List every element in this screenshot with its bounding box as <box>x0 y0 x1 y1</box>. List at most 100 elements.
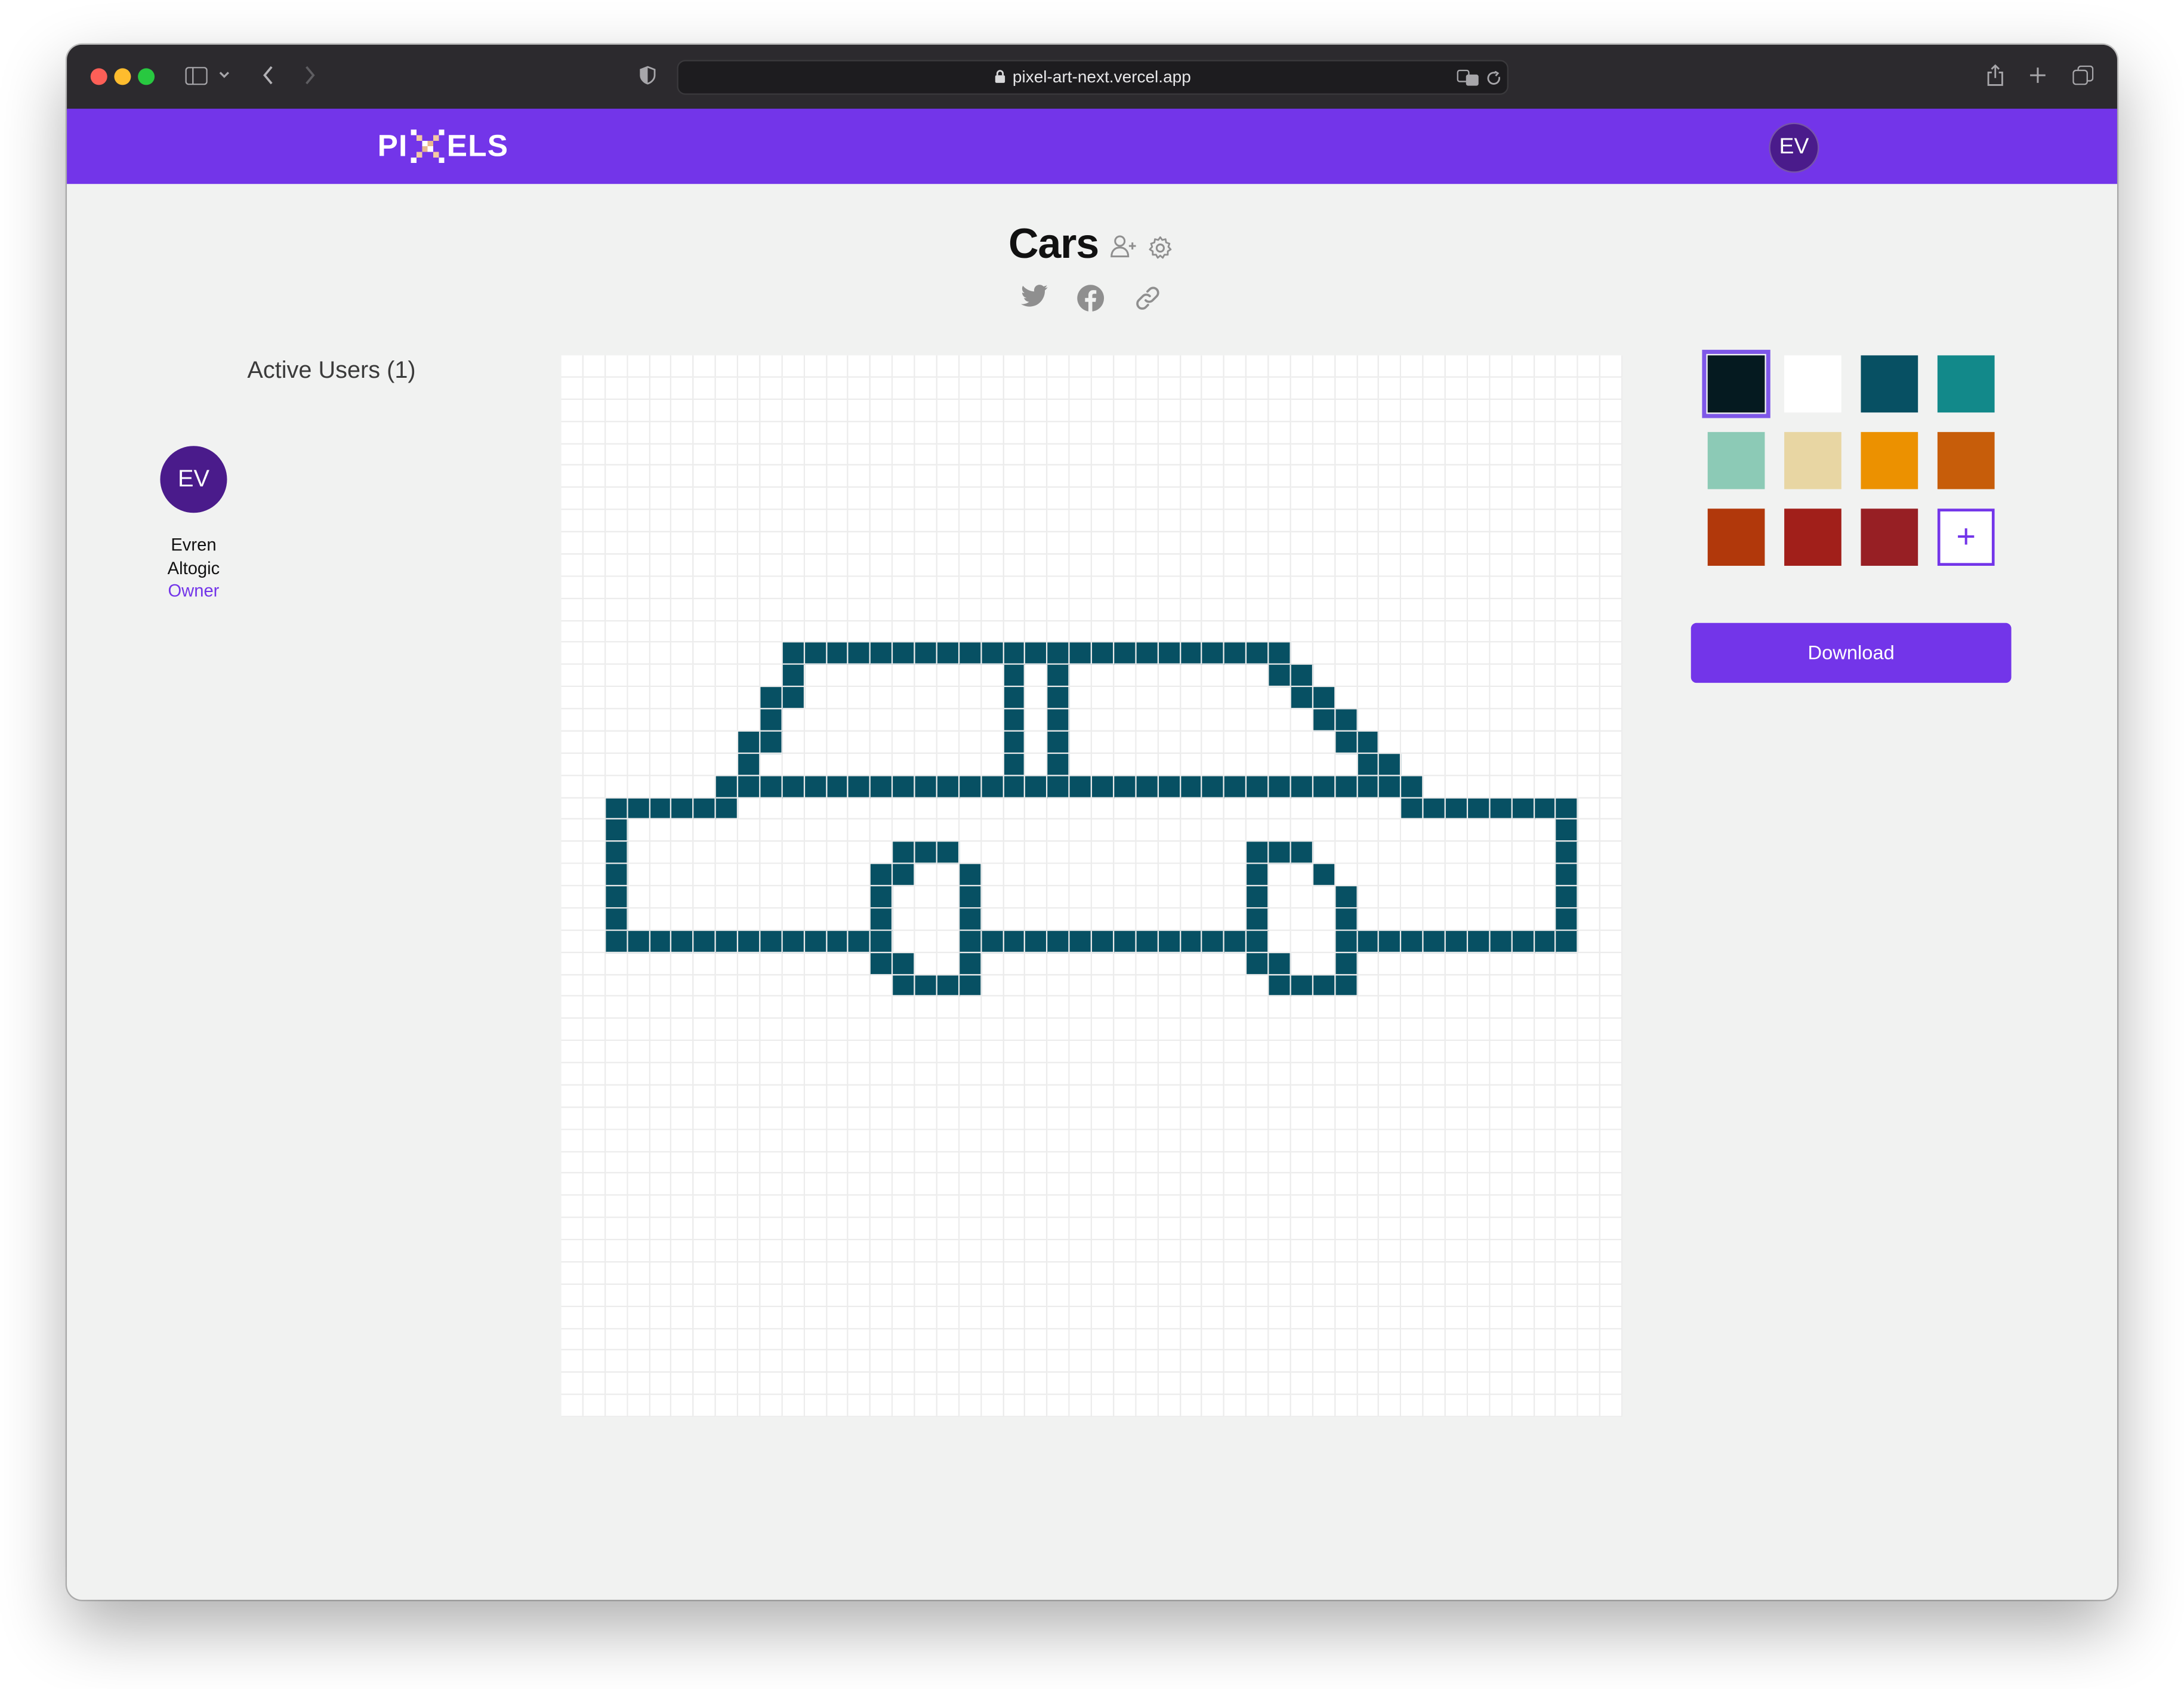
pixel-cell[interactable] <box>1556 422 1578 444</box>
pixel-cell[interactable] <box>960 1019 982 1041</box>
pixel-cell[interactable] <box>1446 1019 1468 1041</box>
pixel-cell[interactable] <box>650 621 672 643</box>
pixel-cell[interactable] <box>672 886 694 908</box>
pixel-cell[interactable] <box>694 532 716 554</box>
pixel-cell[interactable] <box>671 797 695 820</box>
pixel-cell[interactable] <box>1158 1329 1180 1351</box>
pixel-cell[interactable] <box>1313 444 1335 466</box>
pixel-cell[interactable] <box>1446 577 1468 599</box>
pixel-cell[interactable] <box>915 886 937 908</box>
pixel-cell[interactable] <box>915 599 937 621</box>
pixel-cell[interactable] <box>1446 1152 1468 1174</box>
pixel-cell[interactable] <box>628 377 650 399</box>
pixel-cell[interactable] <box>826 908 849 930</box>
pixel-cell[interactable] <box>738 400 760 422</box>
pixel-cell[interactable] <box>1380 687 1402 709</box>
pixel-cell[interactable] <box>606 466 628 488</box>
pixel-cell[interactable] <box>1180 908 1202 930</box>
pixel-cell[interactable] <box>760 731 783 754</box>
pixel-cell[interactable] <box>1003 930 1026 953</box>
pixel-cell[interactable] <box>1291 710 1313 732</box>
pixel-cell[interactable] <box>915 1306 937 1329</box>
pixel-cell[interactable] <box>760 510 782 532</box>
pixel-cell[interactable] <box>738 554 760 577</box>
pixel-cell[interactable] <box>694 732 716 754</box>
pixel-cell[interactable] <box>981 775 1004 798</box>
pixel-cell[interactable] <box>1026 864 1048 886</box>
pixel-cell[interactable] <box>1092 1218 1114 1240</box>
pixel-cell[interactable] <box>1136 1373 1158 1395</box>
pixel-cell[interactable] <box>1180 1041 1202 1064</box>
pixel-cell[interactable] <box>1490 732 1512 754</box>
pixel-cell[interactable] <box>738 908 760 930</box>
pixel-cell[interactable] <box>1313 798 1335 820</box>
pixel-cell[interactable] <box>1291 997 1313 1019</box>
pixel-cell[interactable] <box>1468 953 1490 975</box>
pixel-cell[interactable] <box>628 1395 650 1417</box>
pixel-cell[interactable] <box>1534 975 1556 997</box>
pixel-cell[interactable] <box>960 400 982 422</box>
pixel-cell[interactable] <box>871 1329 893 1351</box>
pixel-cell[interactable] <box>1114 1174 1136 1196</box>
pixel-cell[interactable] <box>937 1306 960 1329</box>
pixel-cell[interactable] <box>584 908 606 930</box>
pixel-cell[interactable] <box>1136 1306 1158 1329</box>
pixel-cell[interactable] <box>584 1064 606 1086</box>
pixel-cell[interactable] <box>849 1306 871 1329</box>
pixel-cell[interactable] <box>1446 1262 1468 1284</box>
pixel-cell[interactable] <box>1026 1284 1048 1306</box>
pixel-cell[interactable] <box>1358 665 1380 687</box>
pixel-cell[interactable] <box>1224 1218 1247 1240</box>
pixel-cell[interactable] <box>584 1174 606 1196</box>
pixel-cell[interactable] <box>606 1086 628 1108</box>
pixel-cell[interactable] <box>1136 798 1158 820</box>
pixel-cell[interactable] <box>1313 665 1335 687</box>
pixel-cell[interactable] <box>1048 621 1070 643</box>
pixel-cell[interactable] <box>1556 1174 1578 1196</box>
pixel-cell[interactable] <box>1136 377 1158 399</box>
pixel-cell[interactable] <box>1468 732 1490 754</box>
pixel-cell[interactable] <box>1534 776 1556 798</box>
pixel-cell[interactable] <box>694 400 716 422</box>
pixel-cell[interactable] <box>650 1329 672 1351</box>
pixel-cell[interactable] <box>1026 1174 1048 1196</box>
pixel-cell[interactable] <box>1600 1196 1622 1218</box>
pixel-cell[interactable] <box>1556 1086 1578 1108</box>
pixel-cell[interactable] <box>1291 400 1313 422</box>
pixel-cell[interactable] <box>672 1064 694 1086</box>
pixel-cell[interactable] <box>1070 687 1092 709</box>
pixel-cell[interactable] <box>804 864 826 886</box>
pixel-cell[interactable] <box>871 775 893 798</box>
pixel-cell[interactable] <box>1380 908 1402 930</box>
pixel-cell[interactable] <box>606 1240 628 1262</box>
pixel-cell[interactable] <box>1490 1373 1512 1395</box>
pixel-cell[interactable] <box>1402 1373 1424 1395</box>
pixel-cell[interactable] <box>1004 355 1026 377</box>
pixel-cell[interactable] <box>716 953 738 975</box>
pixel-cell[interactable] <box>960 710 982 732</box>
pixel-cell[interactable] <box>1313 466 1335 488</box>
pixel-cell[interactable] <box>826 355 849 377</box>
pixel-cell[interactable] <box>1158 1064 1180 1086</box>
pixel-cell[interactable] <box>1402 1174 1424 1196</box>
pixel-cell[interactable] <box>782 775 805 798</box>
pixel-cell[interactable] <box>1380 1108 1402 1130</box>
pixel-cell[interactable] <box>893 1130 915 1152</box>
pixel-cell[interactable] <box>650 554 672 577</box>
pixel-cell[interactable] <box>1578 997 1600 1019</box>
pixel-cell[interactable] <box>960 510 982 532</box>
pixel-cell[interactable] <box>672 510 694 532</box>
pixel-cell[interactable] <box>1026 1152 1048 1174</box>
pixel-cell[interactable] <box>782 1041 804 1064</box>
pixel-cell[interactable] <box>871 1196 893 1218</box>
pixel-cell[interactable] <box>1534 488 1556 510</box>
pixel-cell[interactable] <box>1224 775 1247 798</box>
pixel-cell[interactable] <box>1114 754 1136 776</box>
pixel-cell[interactable] <box>1578 1284 1600 1306</box>
pixel-cell[interactable] <box>628 732 650 754</box>
pixel-cell[interactable] <box>1556 1373 1578 1395</box>
pixel-cell[interactable] <box>1224 1130 1247 1152</box>
pixel-cell[interactable] <box>960 1284 982 1306</box>
pixel-cell[interactable] <box>1357 775 1380 798</box>
pixel-cell[interactable] <box>694 377 716 399</box>
